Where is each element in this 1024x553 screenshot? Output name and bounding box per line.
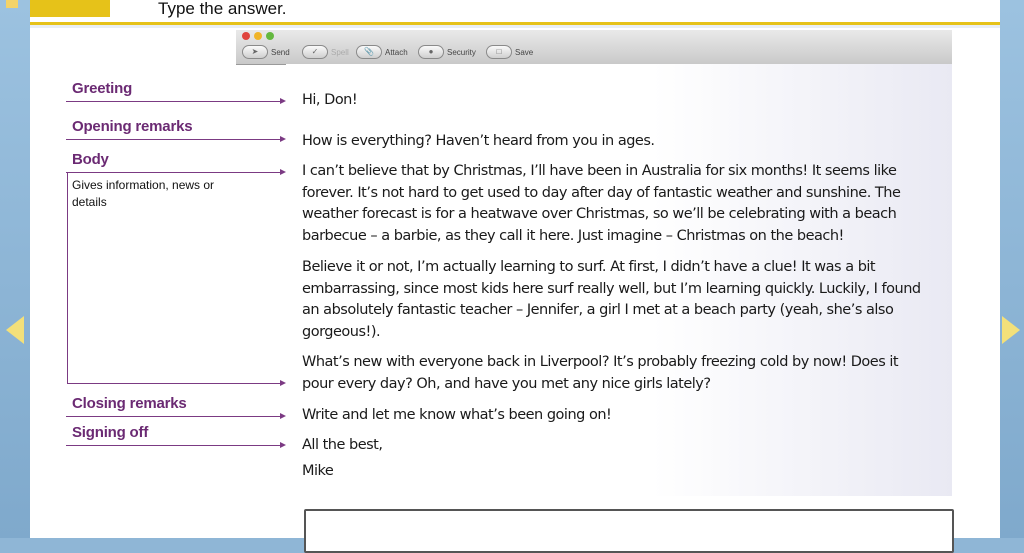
connector-opening [66, 139, 280, 140]
arrow-icon [280, 442, 286, 448]
label-signing-off: Signing off [72, 424, 149, 441]
arrow-icon [280, 413, 286, 419]
email-closing: Write and let me know what’s been going … [302, 407, 612, 423]
minimize-window-icon[interactable] [254, 32, 262, 40]
attach-button[interactable]: 📎 Attach [356, 45, 408, 61]
spell-icon: ✓ [302, 45, 328, 59]
connector-closing [66, 416, 280, 417]
email-body-paragraph-3: What’s new with everyone back in Liverpo… [302, 354, 899, 392]
document-icon: □ [486, 45, 512, 59]
send-icon: ➤ [242, 45, 268, 59]
answer-input[interactable] [304, 509, 954, 553]
send-button[interactable]: ➤ Send [242, 45, 290, 61]
left-frame [0, 0, 30, 538]
email-opening: How is everything? Haven’t heard from yo… [302, 133, 655, 149]
header-bar: Type the answer. [30, 0, 1000, 25]
connector-signing [66, 445, 280, 446]
email-signature: Mike [302, 463, 334, 479]
email-greeting: Hi, Don! [302, 92, 358, 108]
arrow-icon [280, 380, 286, 386]
email-body-paragraph-2: Believe it or not, I’m actually learning… [302, 259, 921, 340]
header-divider [30, 25, 1000, 28]
spell-button[interactable]: ✓ Spell [302, 45, 349, 61]
label-body: Body [72, 151, 109, 168]
lock-icon: ● [418, 45, 444, 59]
save-button[interactable]: □ Save [486, 45, 533, 61]
email-signoff: All the best, [302, 437, 383, 453]
email-toolbar: ➤ Send ✓ Spell 📎 Attach ● Security □ Save [236, 30, 952, 65]
previous-page-icon[interactable] [6, 316, 24, 344]
paperclip-icon: 📎 [356, 45, 382, 59]
zoom-window-icon[interactable] [266, 32, 274, 40]
corner-decoration [6, 0, 18, 8]
body-description: Gives information, news or details [72, 178, 215, 209]
connector-body-bottom [67, 383, 281, 384]
security-button[interactable]: ● Security [418, 45, 476, 61]
label-opening-remarks: Opening remarks [72, 118, 193, 135]
arrow-icon [280, 98, 286, 104]
instruction-text: Type the answer. [158, 0, 287, 18]
close-window-icon[interactable] [242, 32, 250, 40]
next-page-icon[interactable] [1002, 316, 1020, 344]
arrow-icon [280, 136, 286, 142]
header-tab [30, 0, 110, 17]
connector-greeting [66, 101, 280, 102]
label-greeting: Greeting [72, 80, 133, 97]
email-body-paragraph-1: I can’t believe that by Christmas, I’ll … [302, 163, 901, 244]
right-frame [1000, 0, 1024, 538]
label-closing-remarks: Closing remarks [72, 395, 187, 412]
